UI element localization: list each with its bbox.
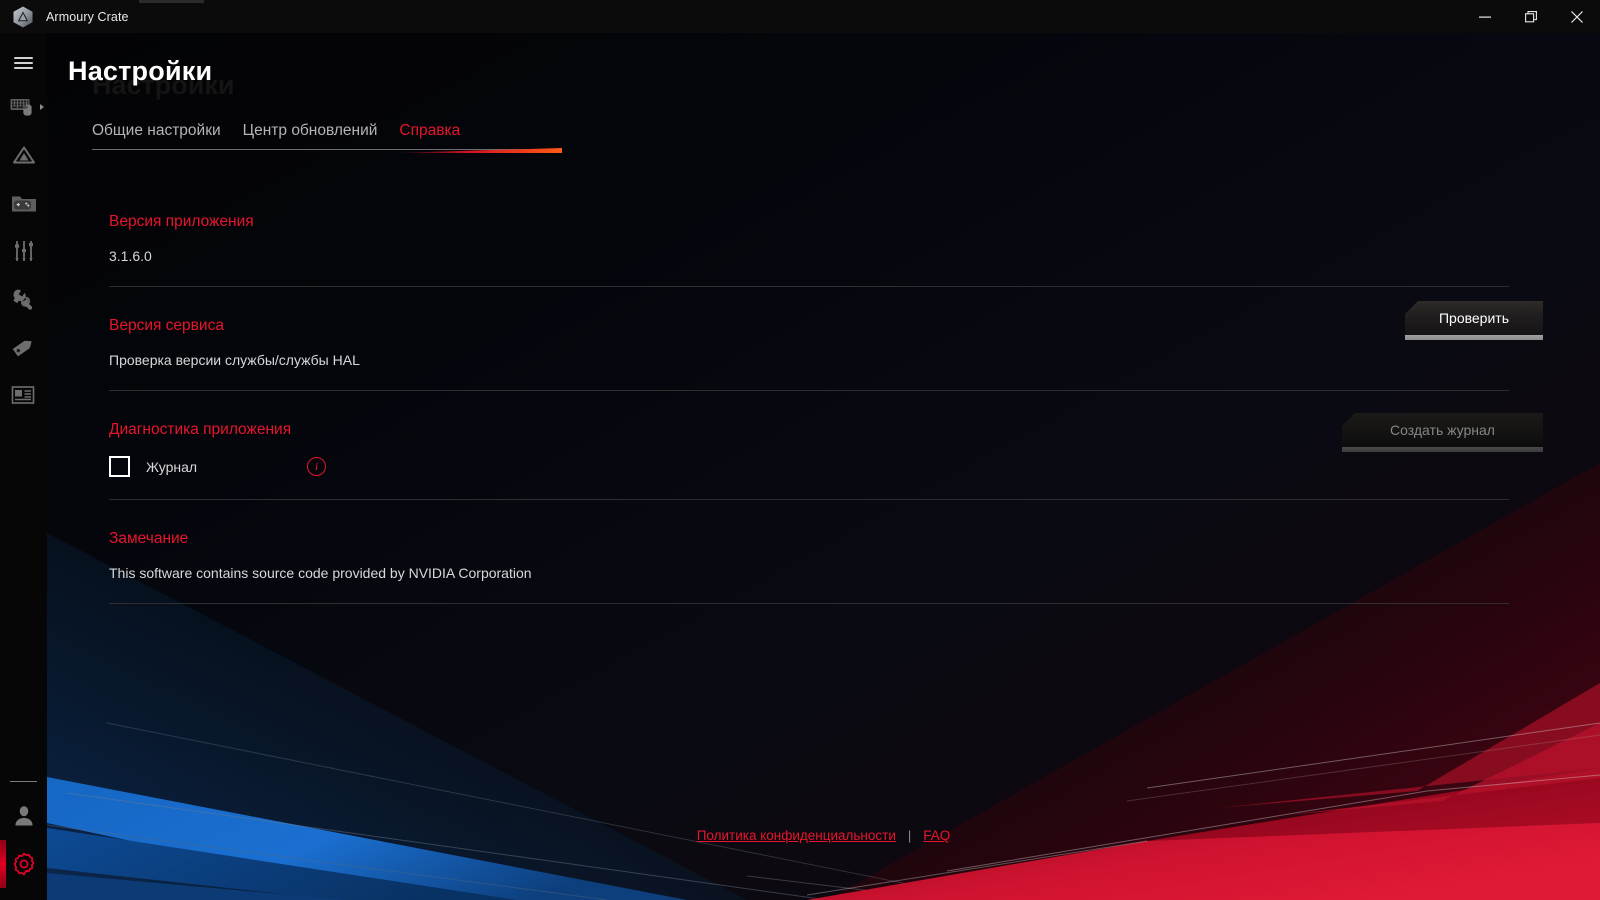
tab-update-center[interactable]: Центр обновлений: [243, 122, 378, 146]
title-bar: Armoury Crate: [0, 0, 1600, 33]
tab-row: Общие настройки Центр обновлений Справка: [92, 111, 1532, 146]
sidebar-bottom-items: [0, 781, 47, 888]
tab-underline: [92, 148, 562, 153]
settings-sections: Версия приложения 3.1.6.0 Версия сервиса…: [109, 213, 1543, 604]
sidebar-divider: [10, 781, 37, 782]
main-content: Настройки Настройки Общие настройки Цент…: [47, 33, 1600, 900]
section-notice: Замечание This software contains source …: [109, 530, 1509, 604]
create-log-button-wrapper: Создать журнал: [1342, 413, 1543, 452]
log-checkbox[interactable]: [109, 456, 130, 477]
sidebar-item-device[interactable]: [0, 83, 47, 131]
section-divider: [109, 390, 1509, 391]
sidebar-item-settings[interactable]: [0, 840, 47, 888]
news-panel-icon: [11, 384, 36, 406]
service-version-heading: Версия сервиса: [109, 317, 224, 334]
service-version-value: Проверка версии службы/службы HAL: [109, 352, 360, 368]
minimize-icon[interactable]: [1462, 0, 1508, 33]
hamburger-menu-icon[interactable]: [0, 43, 47, 83]
privacy-policy-link[interactable]: Политика конфиденциальности: [697, 828, 896, 843]
chevron-right-icon: [40, 104, 44, 110]
tab-help[interactable]: Справка: [399, 122, 460, 146]
section-divider: [109, 603, 1509, 604]
sliders-icon: [12, 239, 36, 263]
close-icon[interactable]: [1554, 0, 1600, 33]
game-folder-icon: [11, 192, 37, 214]
footer-links: Политика конфиденциальности | FAQ: [47, 828, 1600, 843]
app-version-value: 3.1.6.0: [109, 248, 152, 264]
sidebar-item-scenario[interactable]: [0, 227, 47, 275]
tag-icon: [11, 335, 36, 359]
info-circle-icon[interactable]: i: [307, 457, 327, 476]
log-checkbox-row: Журнал i: [109, 456, 1509, 477]
check-button-wrapper: Проверить: [1405, 301, 1543, 340]
sidebar: [0, 33, 47, 900]
armoury-crate-window: Armoury Crate Настройки Настройки Общие …: [0, 0, 1600, 900]
create-log-button[interactable]: Создать журнал: [1342, 413, 1543, 447]
keyboard-mouse-icon: [10, 95, 38, 119]
app-version-heading: Версия приложения: [109, 213, 254, 230]
notice-value: This software contains source code provi…: [109, 565, 532, 581]
check-button[interactable]: Проверить: [1405, 301, 1543, 335]
window-title: Armoury Crate: [46, 9, 129, 24]
section-divider: [109, 286, 1509, 287]
sidebar-item-tools[interactable]: [0, 275, 47, 323]
faq-link[interactable]: FAQ: [923, 828, 950, 843]
sidebar-item-aura[interactable]: [0, 131, 47, 179]
tab-underline-base: [92, 149, 562, 150]
section-diagnostics: Диагностика приложения Журнал i Создать …: [109, 413, 1543, 500]
sidebar-item-news[interactable]: [0, 371, 47, 419]
page-title-wrapper: Настройки Настройки: [68, 51, 234, 100]
restore-icon[interactable]: [1508, 0, 1554, 33]
log-checkbox-label: Журнал: [146, 458, 198, 475]
wrench-icon: [11, 287, 36, 311]
title-bar-accent: [139, 0, 204, 3]
sidebar-item-deals[interactable]: [0, 323, 47, 371]
person-icon: [12, 804, 36, 828]
notice-heading: Замечание: [109, 530, 189, 547]
armoury-crate-logo-icon: [0, 0, 46, 33]
footer-separator: |: [907, 828, 912, 843]
tab-bar: Общие настройки Центр обновлений Справка: [92, 111, 1532, 153]
section-service-version: Версия сервиса Проверка версии службы/сл…: [109, 301, 1543, 391]
tab-general-settings[interactable]: Общие настройки: [92, 122, 221, 146]
aura-triangle-icon: [11, 144, 37, 166]
sidebar-item-user-account[interactable]: [0, 792, 47, 840]
sidebar-items: [0, 83, 47, 419]
diagnostics-heading: Диагностика приложения: [109, 421, 292, 438]
page-title: Настройки: [68, 56, 213, 86]
section-app-version: Версия приложения 3.1.6.0: [109, 213, 1509, 287]
sidebar-item-game-library[interactable]: [0, 179, 47, 227]
gear-icon: [12, 852, 36, 876]
section-divider: [109, 499, 1509, 500]
